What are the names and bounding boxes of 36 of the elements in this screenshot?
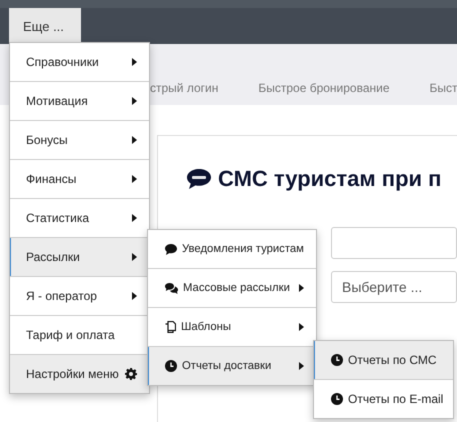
- clock-icon: [331, 393, 343, 405]
- menu-item[interactable]: Отчеты доставки: [148, 347, 316, 385]
- menu-item[interactable]: Финансы: [10, 160, 149, 199]
- nav-link[interactable]: Быстрое бронирование: [258, 81, 390, 95]
- input-field[interactable]: [331, 227, 457, 259]
- speech-bubble-icon: [165, 244, 177, 254]
- clock-icon: [165, 360, 177, 372]
- caret-icon: [299, 284, 304, 292]
- copy-icon: [165, 321, 176, 333]
- page-title: СМС туристам при п: [218, 166, 442, 192]
- select-field[interactable]: Выберите ...: [331, 271, 457, 303]
- caret-icon: [132, 58, 137, 66]
- caret-icon: [132, 97, 137, 105]
- caret-icon: [299, 362, 304, 370]
- menu-item[interactable]: Мотивация: [10, 82, 149, 121]
- menu-item[interactable]: Настройки меню: [10, 355, 149, 393]
- menu-item[interactable]: Уведомления туристам: [148, 230, 316, 269]
- caret-icon: [132, 136, 137, 144]
- menu-item[interactable]: Рассылки: [10, 238, 149, 277]
- nav-link[interactable]: Быст: [430, 81, 457, 95]
- settings-icon: [125, 368, 137, 380]
- menu-item[interactable]: Отчеты по СМС: [314, 341, 453, 380]
- sms-bubble-icon: [186, 168, 212, 190]
- caret-icon: [132, 292, 137, 300]
- menu-item[interactable]: Справочники: [10, 43, 149, 82]
- caret-icon: [132, 175, 137, 183]
- chat-bubbles-icon: [165, 282, 178, 294]
- caret-icon: [299, 323, 304, 331]
- menu-item[interactable]: Отчеты по E-mail: [314, 380, 453, 418]
- caret-icon: [132, 214, 137, 222]
- menu-item[interactable]: Бонусы: [10, 121, 149, 160]
- clock-icon: [331, 354, 343, 366]
- nav-link[interactable]: стрый логин: [150, 81, 218, 95]
- caret-icon: [132, 253, 137, 261]
- more-menu-button[interactable]: Еще ...: [9, 8, 81, 44]
- menu-item[interactable]: Массовые рассылки: [148, 269, 316, 308]
